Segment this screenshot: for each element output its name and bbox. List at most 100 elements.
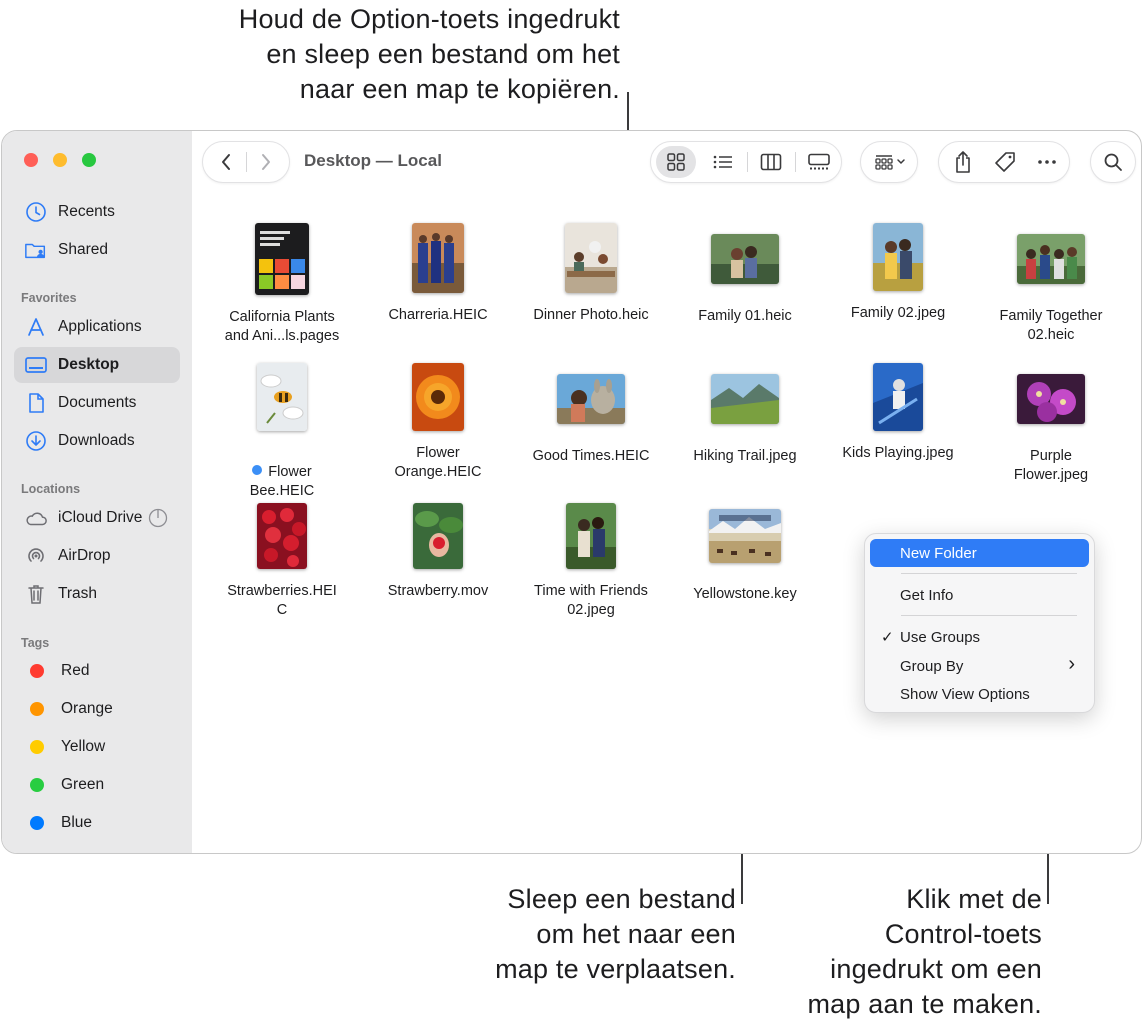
photo-thumbnail <box>565 223 617 293</box>
group-icon <box>875 155 893 170</box>
menu-item-label: Show View Options <box>900 685 1030 703</box>
window-title: Desktop — Local <box>304 151 442 170</box>
list-icon <box>713 155 732 169</box>
cloud-icon <box>24 506 48 530</box>
search-button[interactable] <box>1090 141 1136 183</box>
sidebar-tag-blue[interactable]: Blue <box>14 805 180 841</box>
red-tag-dot <box>30 664 44 678</box>
sidebar-item-trash[interactable]: Trash <box>14 576 180 612</box>
sync-progress-icon <box>148 508 168 528</box>
file-name: Yellowstone.key <box>693 586 797 602</box>
sidebar-item-label: Documents <box>58 394 137 411</box>
file-item[interactable]: Kids Playing.jpeg <box>823 363 973 463</box>
menu-item-get-info[interactable]: Get Info <box>870 581 1089 609</box>
orange-tag-dot <box>30 702 44 716</box>
photo-thumbnail <box>1017 374 1085 424</box>
menu-item-new-folder[interactable]: New Folder <box>870 539 1089 567</box>
menu-item-label: Use Groups <box>900 628 981 646</box>
file-name: Strawberry.mov <box>387 583 489 599</box>
file-name: Family 01.heic <box>698 308 792 324</box>
file-item[interactable]: Purple Flower.jpeg <box>976 363 1126 485</box>
sidebar-item-downloads[interactable]: Downloads <box>14 423 180 459</box>
list-view-button[interactable] <box>703 146 743 178</box>
sidebar-item-label: Desktop <box>58 356 120 373</box>
file-item[interactable]: Yellowstone.key <box>670 503 820 604</box>
file-item[interactable]: Dinner Photo.heic <box>516 223 666 325</box>
share-button[interactable] <box>945 146 981 178</box>
sidebar-item-label: Trash <box>58 585 98 602</box>
columns-icon <box>760 153 782 171</box>
navigation-buttons <box>202 141 290 183</box>
finder-window: Recents Shared Favorites Applications De… <box>1 130 1142 854</box>
applications-icon <box>24 315 48 339</box>
sidebar-item-documents[interactable]: Documents <box>14 385 180 421</box>
video-thumbnail <box>413 503 463 569</box>
file-item[interactable]: Hiking Trail.jpeg <box>670 363 820 466</box>
actions-control <box>938 141 1070 183</box>
photo-thumbnail <box>412 223 464 293</box>
group-button[interactable] <box>860 141 918 183</box>
file-item[interactable]: Family 02.jpeg <box>823 223 973 323</box>
green-tag-dot <box>30 778 44 792</box>
sidebar-tag-green[interactable]: Green <box>14 767 180 803</box>
menu-item-show-view-options[interactable]: Show View Options <box>870 680 1089 708</box>
view-separator <box>747 152 748 172</box>
sidebar-item-shared[interactable]: Shared <box>14 232 180 268</box>
sidebar-item-label: Orange <box>61 700 113 717</box>
sidebar-tag-yellow[interactable]: Yellow <box>14 729 180 765</box>
file-name: Family 02.jpeg <box>850 305 946 321</box>
file-name: Flower Orange.HEIC <box>394 445 482 480</box>
sidebar-item-label: AirDrop <box>58 547 111 564</box>
ellipsis-icon <box>1038 160 1056 164</box>
tag-button[interactable] <box>987 146 1023 178</box>
menu-item-label: Get Info <box>900 586 954 604</box>
sidebar-item-label: Shared <box>58 241 108 258</box>
photo-thumbnail <box>873 363 923 431</box>
file-name: Kids Playing.jpeg <box>842 445 954 461</box>
minimize-button[interactable] <box>53 153 67 167</box>
file-item[interactable]: Family 01.heic <box>670 223 820 326</box>
group-menu-button[interactable] <box>867 146 913 178</box>
sidebar-item-recents[interactable]: Recents <box>14 194 180 230</box>
photo-thumbnail <box>257 503 307 569</box>
sidebar-item-label: Downloads <box>58 432 135 449</box>
document-icon <box>24 391 48 415</box>
sidebar-item-airdrop[interactable]: AirDrop <box>14 538 180 574</box>
photo-thumbnail <box>711 374 779 424</box>
icon-view-button[interactable] <box>656 146 696 178</box>
file-item[interactable]: Good Times.HEIC <box>516 363 666 466</box>
sidebar-item-icloud-drive[interactable]: iCloud Drive <box>14 500 180 536</box>
file-item[interactable]: California Plants and Ani...ls.pages <box>207 223 357 346</box>
sidebar-tag-orange[interactable]: Orange <box>14 691 180 727</box>
file-item[interactable]: Strawberry.mov <box>363 503 513 601</box>
column-view-button[interactable] <box>751 146 791 178</box>
file-item[interactable]: Family Together 02.heic <box>976 223 1126 345</box>
file-name: Time with Friends 02.jpeg <box>534 583 648 618</box>
sidebar-item-label: Recents <box>58 203 115 220</box>
file-name: Dinner Photo.heic <box>533 307 649 323</box>
chevron-left-icon <box>222 154 230 170</box>
sidebar-tag-red[interactable]: Red <box>14 653 180 689</box>
menu-item-group-by[interactable]: Group By › <box>870 652 1089 680</box>
zoom-button[interactable] <box>82 153 96 167</box>
file-item[interactable]: Flower Bee.HEIC <box>207 363 357 501</box>
file-item[interactable]: Time with Friends 02.jpeg <box>516 503 666 620</box>
file-item[interactable]: Flower Orange.HEIC <box>363 363 513 482</box>
search-icon-button[interactable] <box>1095 146 1131 178</box>
close-button[interactable] <box>24 153 38 167</box>
menu-item-use-groups[interactable]: ✓ Use Groups <box>870 623 1089 651</box>
callout-control-click: Klik met de Control-toets ingedrukt om e… <box>807 884 1042 1019</box>
view-mode-control <box>650 141 842 183</box>
file-item[interactable]: Charreria.HEIC <box>363 223 513 325</box>
sidebar: Recents Shared Favorites Applications De… <box>2 131 192 853</box>
sidebar-item-label: Applications <box>58 318 142 335</box>
forward-button[interactable] <box>249 146 283 178</box>
back-button[interactable] <box>209 146 243 178</box>
sidebar-item-desktop[interactable]: Desktop <box>14 347 180 383</box>
more-button[interactable] <box>1029 146 1065 178</box>
gallery-view-button[interactable] <box>799 146 839 178</box>
file-item[interactable]: Strawberries.HEI C <box>207 503 357 620</box>
blue-tag-dot <box>252 465 263 476</box>
sidebar-item-applications[interactable]: Applications <box>14 309 180 345</box>
file-name: Family Together 02.heic <box>999 308 1103 343</box>
